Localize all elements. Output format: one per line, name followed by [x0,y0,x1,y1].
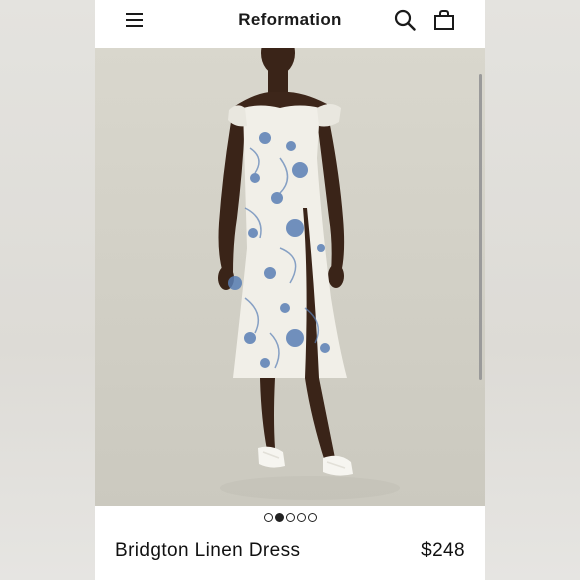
model-photo [95,48,485,506]
gallery-dot-1[interactable] [263,513,273,522]
gallery-dot-4[interactable] [296,513,306,522]
product-price: $248 [421,540,465,561]
gallery-dot-3[interactable] [285,513,295,522]
brand-logo[interactable]: Reformation [95,10,485,30]
background-right-blur [485,0,580,580]
search-icon[interactable] [394,9,416,31]
product-image[interactable] [95,48,485,506]
shopping-bag-icon[interactable] [433,9,455,31]
site-header: Reformation [95,0,485,48]
phone-screen: Reformation Bridgton Linen Dress $248 [95,0,485,580]
gallery-pagination [95,513,485,525]
gallery-dot-2[interactable] [274,513,284,522]
product-name: Bridgton Linen Dress [115,540,301,561]
gallery-dot-5[interactable] [307,513,317,522]
vertical-scrollbar[interactable] [479,74,482,380]
background-left-blur [0,0,95,580]
